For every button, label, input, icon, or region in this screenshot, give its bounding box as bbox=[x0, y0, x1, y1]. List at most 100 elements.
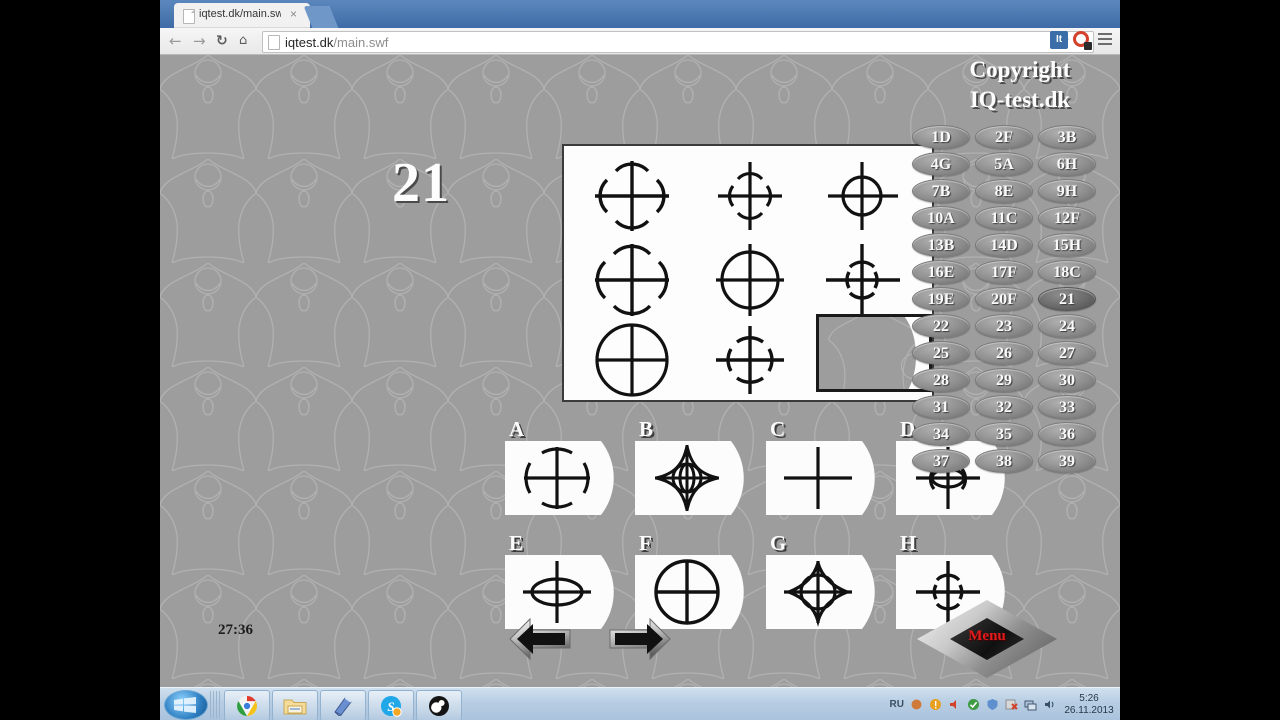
answer-pill-31[interactable]: 31 bbox=[912, 395, 970, 419]
question-number: 21 bbox=[392, 152, 450, 214]
option-B[interactable]: B bbox=[635, 417, 753, 515]
answer-pill-33[interactable]: 33 bbox=[1038, 395, 1096, 419]
answer-row: 22 23 24 bbox=[889, 314, 1119, 338]
tray-error-icon[interactable] bbox=[1005, 698, 1018, 711]
previous-arrow-button[interactable] bbox=[508, 615, 572, 663]
tray-language[interactable]: RU bbox=[890, 699, 904, 710]
copyright-line-1: Copyright bbox=[969, 57, 1071, 82]
answer-pill-11C[interactable]: 11C bbox=[975, 206, 1033, 230]
matrix-cell-r2c2 bbox=[688, 238, 812, 322]
option-label: A bbox=[509, 417, 525, 441]
answer-pill-2F[interactable]: 2F bbox=[975, 125, 1033, 149]
answer-pill-25[interactable]: 25 bbox=[912, 341, 970, 365]
answer-pill-21[interactable]: 21 bbox=[1038, 287, 1096, 311]
answer-pill-7B[interactable]: 7B bbox=[912, 179, 970, 203]
option-label: F bbox=[639, 531, 652, 555]
answer-pill-5A[interactable]: 5A bbox=[975, 152, 1033, 176]
answer-row: 4G 5A 6H bbox=[889, 152, 1119, 176]
next-arrow-button[interactable] bbox=[608, 615, 672, 663]
home-icon[interactable]: ⌂ bbox=[239, 33, 247, 49]
matrix-cell-r1c1 bbox=[570, 154, 694, 238]
answer-pill-8E[interactable]: 8E bbox=[975, 179, 1033, 203]
answer-row: 10A 11C 12F bbox=[889, 206, 1119, 230]
answer-pill-30[interactable]: 30 bbox=[1038, 368, 1096, 392]
clock-date: 26.11.2013 bbox=[1064, 704, 1114, 716]
option-C[interactable]: C bbox=[766, 417, 884, 515]
answer-row: 19E 20F 21 bbox=[889, 287, 1119, 311]
reload-icon[interactable]: ↻ bbox=[216, 33, 228, 49]
skype-icon: S bbox=[381, 695, 402, 717]
answer-row: 34 35 36 bbox=[889, 422, 1119, 446]
answer-pill-10A[interactable]: 10A bbox=[912, 206, 970, 230]
answer-pill-18C[interactable]: 18C bbox=[1038, 260, 1096, 284]
extension-icon[interactable]: It bbox=[1050, 31, 1068, 49]
answer-pill-9H[interactable]: 9H bbox=[1038, 179, 1096, 203]
answer-pill-34[interactable]: 34 bbox=[912, 422, 970, 446]
answer-pill-37[interactable]: 37 bbox=[912, 449, 970, 473]
answer-pill-26[interactable]: 26 bbox=[975, 341, 1033, 365]
taskbar-item-chrome[interactable] bbox=[224, 690, 270, 720]
system-tray: RU 5:26 26.11.2013 bbox=[890, 688, 1116, 720]
close-icon[interactable]: × bbox=[290, 8, 297, 21]
back-icon[interactable]: ← bbox=[169, 33, 182, 49]
answer-pill-20F[interactable]: 20F bbox=[975, 287, 1033, 311]
answer-pill-27[interactable]: 27 bbox=[1038, 341, 1096, 365]
answer-pill-38[interactable]: 38 bbox=[975, 449, 1033, 473]
browser-menu-icon[interactable] bbox=[1098, 33, 1112, 45]
answer-pill-36[interactable]: 36 bbox=[1038, 422, 1096, 446]
obs-icon bbox=[429, 695, 449, 716]
taskbar-item-explorer[interactable] bbox=[272, 690, 318, 720]
option-label: H bbox=[900, 531, 917, 555]
letterbox-left bbox=[0, 0, 160, 720]
windows-logo-icon bbox=[174, 697, 196, 713]
answer-pill-39[interactable]: 39 bbox=[1038, 449, 1096, 473]
tray-antivirus-icon[interactable] bbox=[967, 698, 980, 711]
option-label: B bbox=[639, 417, 654, 441]
option-glyph bbox=[784, 561, 852, 627]
answer-pill-13B[interactable]: 13B bbox=[912, 233, 970, 257]
tray-warning-icon[interactable] bbox=[929, 698, 942, 711]
tray-speaker-icon[interactable] bbox=[1043, 698, 1056, 711]
browser-window: iqtest.dk/main.swf × ← → ↻ ⌂ iqtest.dk/m… bbox=[160, 0, 1120, 720]
answer-pill-14D[interactable]: 14D bbox=[975, 233, 1033, 257]
answer-pill-35[interactable]: 35 bbox=[975, 422, 1033, 446]
answer-pill-6H[interactable]: 6H bbox=[1038, 152, 1096, 176]
option-G[interactable]: G bbox=[766, 531, 884, 629]
address-bar[interactable]: iqtest.dk/main.swf bbox=[262, 31, 1094, 53]
browser-tab[interactable]: iqtest.dk/main.swf × bbox=[174, 3, 310, 28]
taskbar-item-notepad[interactable] bbox=[320, 690, 366, 720]
answer-list: 1D 2F 3B 4G 5A 6H 7B 8E 9H 10A 11C 12F 13B 14D 15H 16E 1… bbox=[889, 125, 1119, 476]
taskbar-item-skype[interactable]: S bbox=[368, 690, 414, 720]
tray-network-icon[interactable] bbox=[1024, 698, 1037, 711]
answer-pill-1D[interactable]: 1D bbox=[912, 125, 970, 149]
menu-button[interactable]: Menu bbox=[917, 600, 1057, 678]
answer-pill-19E[interactable]: 19E bbox=[912, 287, 970, 311]
answer-pill-23[interactable]: 23 bbox=[975, 314, 1033, 338]
start-button[interactable] bbox=[164, 690, 208, 720]
copyright-line-2: IQ-test.dk bbox=[969, 87, 1071, 112]
answer-pill-24[interactable]: 24 bbox=[1038, 314, 1096, 338]
answer-pill-29[interactable]: 29 bbox=[975, 368, 1033, 392]
tray-shield-icon[interactable] bbox=[986, 698, 999, 711]
taskbar-item-obs[interactable] bbox=[416, 690, 462, 720]
answer-pill-32[interactable]: 32 bbox=[975, 395, 1033, 419]
answer-pill-3B[interactable]: 3B bbox=[1038, 125, 1096, 149]
tray-volume-icon[interactable] bbox=[948, 698, 961, 711]
answer-pill-16E[interactable]: 16E bbox=[912, 260, 970, 284]
letterbox-right bbox=[1120, 0, 1280, 720]
answer-pill-28[interactable]: 28 bbox=[912, 368, 970, 392]
tray-clock[interactable]: 5:26 26.11.2013 bbox=[1062, 693, 1116, 717]
recorder-extension-icon[interactable] bbox=[1073, 31, 1092, 50]
forward-icon[interactable]: → bbox=[193, 33, 206, 49]
tray-action-icon[interactable] bbox=[910, 698, 923, 711]
answer-pill-22[interactable]: 22 bbox=[912, 314, 970, 338]
matrix-panel bbox=[562, 144, 934, 402]
option-A[interactable]: A bbox=[505, 417, 623, 515]
answer-pill-4G[interactable]: 4G bbox=[912, 152, 970, 176]
answer-pill-17F[interactable]: 17F bbox=[975, 260, 1033, 284]
option-label: E bbox=[509, 531, 524, 555]
answer-pill-15H[interactable]: 15H bbox=[1038, 233, 1096, 257]
matrix-cell-r3c1 bbox=[570, 318, 694, 402]
address-domain: iqtest.dk bbox=[285, 35, 334, 50]
answer-pill-12F[interactable]: 12F bbox=[1038, 206, 1096, 230]
